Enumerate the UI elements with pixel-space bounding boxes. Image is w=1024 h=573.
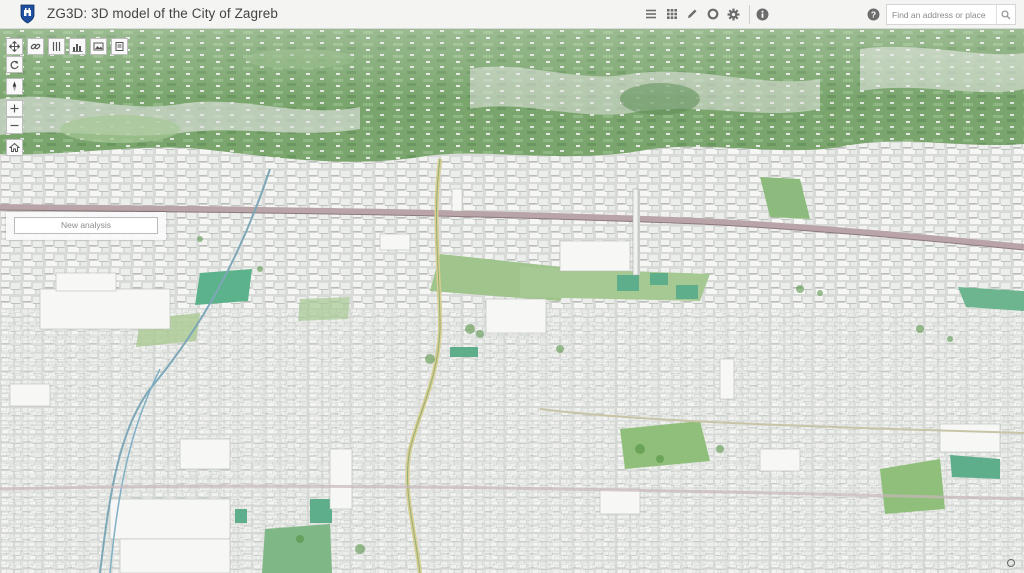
bar-chart-icon: [72, 44, 83, 52]
measure-button[interactable]: [684, 6, 700, 22]
search-button[interactable]: [996, 5, 1015, 24]
elevation-profile-tool[interactable]: [69, 38, 86, 55]
slice-tool[interactable]: [48, 38, 65, 55]
home-button[interactable]: [6, 139, 23, 156]
zoom-indicator-icon: [1004, 558, 1018, 570]
pencil-icon: [688, 9, 697, 18]
scene-view[interactable]: New analysis: [0, 29, 1024, 573]
circle-icon: [707, 8, 719, 20]
zoom-in-button[interactable]: [6, 100, 23, 117]
compass-tool[interactable]: [6, 78, 23, 95]
minus-icon: [10, 124, 19, 127]
line-of-sight-tool[interactable]: [27, 38, 44, 55]
rotate-icon: [10, 60, 19, 70]
move-icon: [9, 41, 20, 52]
header-divider: [749, 5, 750, 24]
layers-button[interactable]: [705, 6, 721, 22]
info-button[interactable]: [754, 6, 770, 22]
analysis-panel: New analysis: [6, 212, 166, 240]
city-3d-scene: [0, 29, 1024, 573]
home-icon: [9, 142, 20, 152]
legend-button[interactable]: [643, 6, 659, 22]
plus-icon: [10, 104, 19, 113]
search-input[interactable]: [887, 5, 997, 24]
search-box: [886, 4, 1016, 25]
basemap-gallery-button[interactable]: [664, 6, 680, 22]
book-tool[interactable]: [111, 38, 128, 55]
help-button[interactable]: ?: [865, 6, 881, 22]
app-header: ZG3D: 3D model of the City of Zagreb ?: [0, 0, 1024, 29]
rotate-tool[interactable]: [6, 56, 23, 73]
svg-text:?: ?: [870, 9, 875, 19]
search-icon: [1001, 9, 1011, 19]
gear-icon: [727, 8, 739, 20]
app-title: ZG3D: 3D model of the City of Zagreb: [47, 6, 278, 21]
compass-icon: [12, 81, 17, 92]
help-icon: ?: [867, 8, 879, 20]
book-icon: [115, 42, 124, 51]
pan-tool[interactable]: [6, 38, 23, 55]
list-icon: [646, 9, 656, 19]
zagreb-coat-of-arms-icon: [20, 4, 35, 24]
info-icon: [756, 8, 768, 20]
columns-icon: [52, 42, 61, 51]
settings-button[interactable]: [725, 6, 741, 22]
link-icon: [30, 43, 41, 50]
new-analysis-button[interactable]: New analysis: [14, 217, 158, 234]
image-tool[interactable]: [90, 38, 107, 55]
picture-icon: [93, 42, 104, 51]
grid-icon: [667, 9, 677, 19]
zoom-out-button[interactable]: [6, 117, 23, 134]
